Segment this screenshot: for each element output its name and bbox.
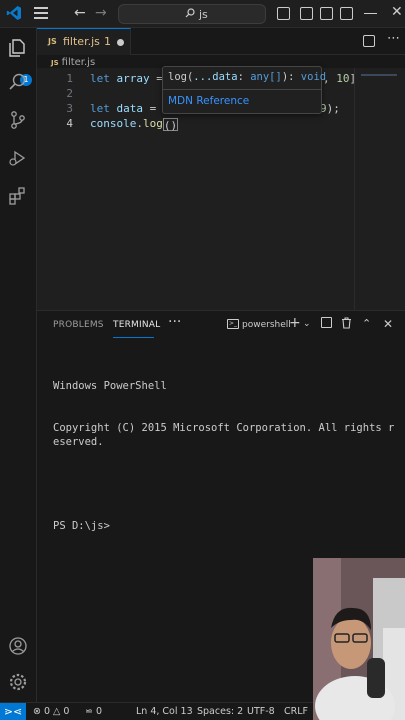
tab-problem-count: 1: [104, 35, 111, 48]
tab-filter-js[interactable]: JS filter.js 1: [37, 28, 131, 55]
cursor-position[interactable]: Ln 4, Col 13: [136, 706, 193, 717]
minimize-icon[interactable]: [364, 13, 377, 14]
line-number: 1: [66, 72, 73, 85]
webcam-overlay: [313, 558, 405, 720]
code-line-3[interactable]: let data = a: [90, 102, 170, 115]
terminal-line: Copyright (C) 2015 Microsoft Corporation…: [53, 422, 395, 448]
back-arrow-icon[interactable]: ←: [74, 5, 86, 21]
activity-bar: 1: [0, 28, 37, 702]
mdn-reference-link[interactable]: MDN Reference: [168, 95, 249, 107]
more-actions-icon[interactable]: ⋯: [387, 31, 400, 46]
hamburger-menu-icon[interactable]: [34, 7, 48, 19]
vscode-logo-icon: [6, 6, 21, 20]
encoding-status[interactable]: UTF-8: [247, 706, 275, 717]
search-icon: [185, 8, 195, 18]
remote-indicator-icon[interactable]: ⋗⋖: [0, 703, 26, 720]
chevron-up-icon[interactable]: ⌃: [362, 317, 371, 330]
tab-problems[interactable]: PROBLEMS: [53, 320, 104, 330]
source-control-icon[interactable]: [8, 110, 28, 130]
panel-more-icon[interactable]: ···: [168, 314, 181, 330]
tab-label: filter.js: [63, 35, 100, 48]
javascript-file-icon: JS: [48, 37, 57, 46]
account-icon[interactable]: [8, 636, 28, 656]
indentation-status[interactable]: Spaces: 2: [197, 706, 243, 717]
forward-arrow-icon[interactable]: →: [95, 5, 107, 21]
extensions-icon[interactable]: [8, 186, 28, 206]
code-line-1[interactable]: let array =: [90, 72, 170, 85]
terminal-shell-name[interactable]: powershell: [242, 320, 291, 330]
toggle-primary-sidebar-icon[interactable]: [277, 7, 290, 20]
javascript-file-icon: JS: [51, 59, 59, 67]
problems-status[interactable]: ⊗ 0 △ 0: [33, 706, 69, 717]
terminal-prompt: PS D:\js>: [53, 520, 110, 532]
chevron-down-icon[interactable]: ⌄: [303, 319, 311, 329]
toggle-panel-icon[interactable]: [300, 7, 313, 20]
split-editor-icon[interactable]: [363, 35, 375, 47]
webcam-person-image: [313, 558, 405, 720]
explorer-icon[interactable]: [8, 38, 28, 58]
close-panel-icon[interactable]: ✕: [383, 317, 393, 331]
split-terminal-icon[interactable]: [321, 317, 332, 328]
run-debug-icon[interactable]: [8, 148, 28, 168]
eol-status[interactable]: CRLF: [284, 706, 308, 717]
ports-status[interactable]: ⋍ 0: [85, 706, 102, 717]
signature-help-popup: log(...data: any[]): void MDN Reference: [162, 66, 326, 114]
breadcrumb[interactable]: JS filter.js: [51, 57, 95, 68]
unsaved-dot-icon[interactable]: [117, 39, 124, 46]
line-number: 2: [66, 87, 73, 100]
active-tab-indicator: [113, 337, 154, 338]
trash-icon[interactable]: [341, 317, 352, 329]
line-number: 4: [66, 117, 73, 130]
customize-layout-icon[interactable]: [340, 7, 353, 20]
code-line-4[interactable]: console.log(): [90, 117, 179, 132]
command-center-search[interactable]: js: [118, 4, 266, 24]
terminal-output[interactable]: Windows PowerShell Copyright (C) 2015 Mi…: [53, 351, 398, 561]
terminal-icon: >_: [227, 319, 239, 329]
signature-text: log(...data: any[]): void: [168, 71, 327, 83]
settings-gear-icon[interactable]: [8, 672, 28, 692]
line-number: 3: [66, 102, 73, 115]
code-line-3-tail: 9);: [320, 102, 340, 115]
minimap[interactable]: [354, 68, 405, 310]
title-bar: ← → js ✕: [0, 0, 405, 28]
popup-divider: [163, 89, 321, 90]
search-icon[interactable]: [8, 72, 28, 92]
minimap-line: [361, 74, 397, 76]
breadcrumb-file[interactable]: filter.js: [62, 57, 96, 68]
toggle-secondary-sidebar-icon[interactable]: [320, 7, 333, 20]
editor-tab-bar: JS filter.js 1 ⋯: [37, 28, 405, 55]
tab-terminal[interactable]: TERMINAL: [113, 320, 160, 330]
search-text: js: [199, 8, 208, 21]
terminal-line: Windows PowerShell: [53, 380, 167, 392]
close-window-icon[interactable]: ✕: [391, 4, 403, 20]
new-terminal-icon[interactable]: +: [289, 315, 301, 331]
